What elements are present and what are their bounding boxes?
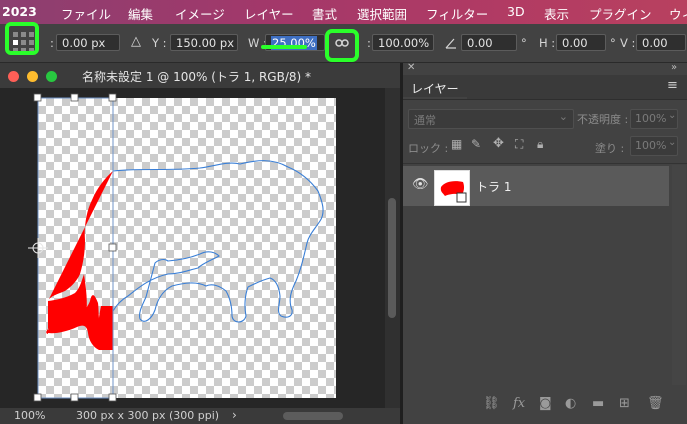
tab-indicator bbox=[403, 97, 467, 99]
x-field[interactable]: 0.00 px bbox=[56, 34, 120, 51]
menu-select[interactable]: 選択範囲 bbox=[357, 4, 407, 23]
menu-layer[interactable]: レイヤー bbox=[244, 4, 294, 23]
close-panel-icon[interactable]: ✕ bbox=[407, 62, 415, 73]
tiger-outline bbox=[112, 160, 324, 323]
y-field[interactable]: 150.00 px bbox=[170, 34, 238, 51]
menu-view[interactable]: 表示 bbox=[544, 4, 569, 23]
lock-paint-icon[interactable]: ✎ bbox=[471, 137, 481, 151]
fill-value: 100% bbox=[635, 139, 667, 152]
document-title-bar: 名称未設定 1 @ 100% (トラ 1, RGB/8) * bbox=[0, 63, 400, 89]
menu-plugins[interactable]: プラグイン bbox=[589, 4, 652, 23]
panel-tab-bar: レイヤー ≡ bbox=[403, 75, 687, 100]
adjustment-layer-icon[interactable]: ◐ bbox=[565, 396, 576, 411]
fill-field[interactable]: 100% ⌄ bbox=[630, 136, 678, 156]
layer-thumbnail[interactable] bbox=[434, 170, 470, 206]
menu-window[interactable]: ウィ bbox=[669, 4, 687, 23]
tab-layers[interactable]: レイヤー bbox=[411, 80, 459, 97]
layers-scrollbar[interactable] bbox=[672, 165, 686, 385]
lock-all-icon[interactable]: 🔒︎ bbox=[537, 137, 543, 152]
app-menu[interactable]: 2023 bbox=[2, 4, 37, 19]
hskew-unit: ° bbox=[610, 36, 616, 50]
hskew-label: H : bbox=[539, 36, 556, 50]
menu-image[interactable]: イメージ bbox=[175, 4, 225, 23]
hskew-field[interactable]: 0.00 bbox=[556, 34, 606, 51]
opacity-label: 不透明度 : bbox=[577, 113, 629, 126]
opacity-value: 100% bbox=[635, 112, 667, 125]
tiger-red-leg bbox=[97, 306, 113, 350]
horizontal-scroll-thumb[interactable] bbox=[283, 412, 343, 420]
lock-transparent-icon[interactable]: ▦ bbox=[451, 137, 462, 151]
document-window: 名称未設定 1 @ 100% (トラ 1, RGB/8) * 100% 300 … bbox=[0, 63, 400, 424]
menu-edit[interactable]: 編集 bbox=[128, 4, 153, 23]
x-label: : bbox=[50, 36, 54, 50]
layers-footer: ⛓︎ fx ◙ ◐ ▬ ⊞ 🗑︎ bbox=[403, 393, 687, 417]
panel-menu-icon[interactable]: ≡ bbox=[667, 78, 678, 93]
zoom-window-icon[interactable] bbox=[46, 71, 57, 82]
opacity-field[interactable]: 100% ⌄ bbox=[630, 109, 678, 129]
panel-separator bbox=[403, 163, 687, 164]
link-layers-icon[interactable]: ⛓︎ bbox=[483, 396, 500, 411]
layers-panel: ✕ » レイヤー ≡ 通常 ⌄ 不透明度 : 100% ⌄ ロック : ▦ ✎ … bbox=[403, 62, 687, 424]
rotate-angle-icon bbox=[445, 38, 456, 49]
options-bar: : 0.00 px △ Y : 150.00 px W : 25.00% : 1… bbox=[0, 22, 687, 63]
collapse-panel-icon[interactable]: » bbox=[671, 62, 677, 73]
fill-label: 塗り : bbox=[595, 142, 625, 155]
vskew-field[interactable]: 0.00 bbox=[636, 34, 686, 51]
h-label: : bbox=[367, 36, 371, 50]
zoom-level[interactable]: 100% bbox=[14, 409, 45, 422]
angle-unit: ° bbox=[521, 36, 527, 50]
fx-icon[interactable]: fx bbox=[513, 396, 525, 411]
lock-artboard-icon[interactable]: ⛶ bbox=[515, 137, 523, 152]
vertical-scrollbar[interactable] bbox=[385, 88, 400, 408]
vertical-scroll-thumb[interactable] bbox=[388, 198, 396, 318]
height-field[interactable]: 100.00% bbox=[372, 34, 434, 51]
vskew-label: V : bbox=[620, 36, 636, 50]
document-title: 名称未設定 1 @ 100% (トラ 1, RGB/8) * bbox=[82, 70, 312, 84]
document-info: 300 px x 300 px (300 ppi) bbox=[76, 409, 220, 422]
lock-label: ロック : bbox=[408, 142, 449, 155]
annotation-highlight-reference bbox=[5, 22, 39, 55]
eye-icon[interactable]: 👁︎ bbox=[412, 177, 429, 192]
lock-position-icon[interactable]: ✥ bbox=[493, 136, 504, 151]
menu-type[interactable]: 書式 bbox=[312, 4, 337, 23]
menu-3d[interactable]: 3D bbox=[507, 4, 525, 19]
minimize-window-icon[interactable] bbox=[27, 71, 38, 82]
opacity-chevron-icon: ⌄ bbox=[668, 110, 677, 121]
trash-icon[interactable]: 🗑︎ bbox=[647, 396, 664, 411]
canvas-area[interactable] bbox=[0, 88, 385, 408]
layer-name[interactable]: トラ 1 bbox=[476, 178, 511, 195]
angle-field[interactable]: 0.00 bbox=[461, 34, 517, 51]
annotation-underline-width bbox=[261, 45, 307, 49]
blend-mode-value: 通常 bbox=[414, 114, 436, 127]
status-menu-arrow[interactable]: › bbox=[232, 408, 237, 422]
annotation-highlight-link bbox=[325, 29, 359, 62]
delta-icon: △ bbox=[131, 34, 141, 49]
new-layer-icon[interactable]: ⊞ bbox=[619, 396, 630, 411]
add-mask-icon[interactable]: ◙ bbox=[539, 396, 552, 411]
reference-point-crosshair-icon bbox=[28, 238, 48, 258]
chevron-down-icon: ⌄ bbox=[558, 110, 568, 123]
tiger-artwork bbox=[28, 93, 324, 402]
menu-file[interactable]: ファイル bbox=[61, 4, 111, 23]
blend-mode-select[interactable]: 通常 ⌄ bbox=[408, 109, 574, 129]
layer-thumbnail-tiger bbox=[440, 181, 467, 203]
group-folder-icon[interactable]: ▬ bbox=[592, 396, 604, 411]
menu-bar: 2023 ファイル 編集 イメージ レイヤー 書式 選択範囲 フィルター 3D … bbox=[0, 0, 687, 24]
fill-chevron-icon: ⌄ bbox=[668, 137, 677, 148]
menu-filter[interactable]: フィルター bbox=[426, 4, 488, 23]
blend-row: 通常 ⌄ 不透明度 : 100% ⌄ bbox=[403, 100, 687, 132]
status-bar: 100% 300 px x 300 px (300 ppi) › bbox=[0, 408, 400, 424]
lock-row: ロック : ▦ ✎ ✥ ⛶ 🔒︎ 塗り : 100% ⌄ bbox=[403, 133, 687, 161]
close-window-icon[interactable] bbox=[8, 71, 19, 82]
layer-row[interactable]: 👁︎ トラ 1 bbox=[403, 166, 669, 206]
y-label: Y : bbox=[152, 36, 167, 50]
